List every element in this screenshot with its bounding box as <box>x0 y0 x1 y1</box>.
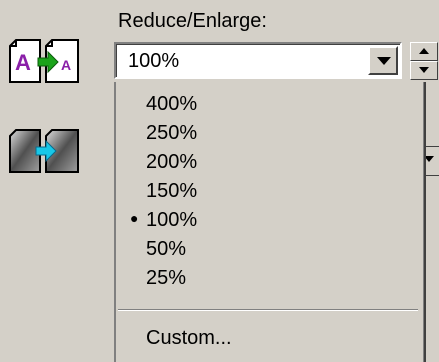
combobox-value: 100% <box>128 50 180 72</box>
menu-separator-highlight <box>118 310 418 311</box>
dropdown-arrow-button[interactable] <box>368 46 398 75</box>
arrow-up-icon <box>419 48 429 54</box>
spin-down-button[interactable] <box>410 61 438 80</box>
scale-page-icon: A A <box>9 39 79 83</box>
zoom-spinner[interactable] <box>410 42 438 80</box>
reduce-enlarge-label: Reduce/Enlarge: <box>118 10 267 32</box>
menu-item-custom[interactable]: Custom... <box>146 324 232 353</box>
spin-up-button[interactable] <box>410 42 438 61</box>
selected-bullet-icon: ● <box>130 210 139 226</box>
menu-item-100[interactable]: 100% <box>146 206 197 235</box>
zoom-dropdown-list[interactable]: 400% 250% 200% 150% ● 100% 50% 25% Custo… <box>114 82 426 362</box>
menu-item-400[interactable]: 400% <box>146 90 197 119</box>
svg-text:A: A <box>61 57 71 73</box>
svg-text:A: A <box>15 50 31 75</box>
menu-item-250[interactable]: 250% <box>146 119 197 148</box>
menu-item-50[interactable]: 50% <box>146 235 186 264</box>
menu-item-200[interactable]: 200% <box>146 148 197 177</box>
arrow-down-icon <box>419 67 429 73</box>
menu-item-25[interactable]: 25% <box>146 264 186 293</box>
menu-item-150[interactable]: 150% <box>146 177 197 206</box>
reduce-enlarge-combobox[interactable]: 100% <box>114 42 402 79</box>
chevron-down-icon <box>377 57 391 65</box>
shading-icon <box>9 129 79 173</box>
